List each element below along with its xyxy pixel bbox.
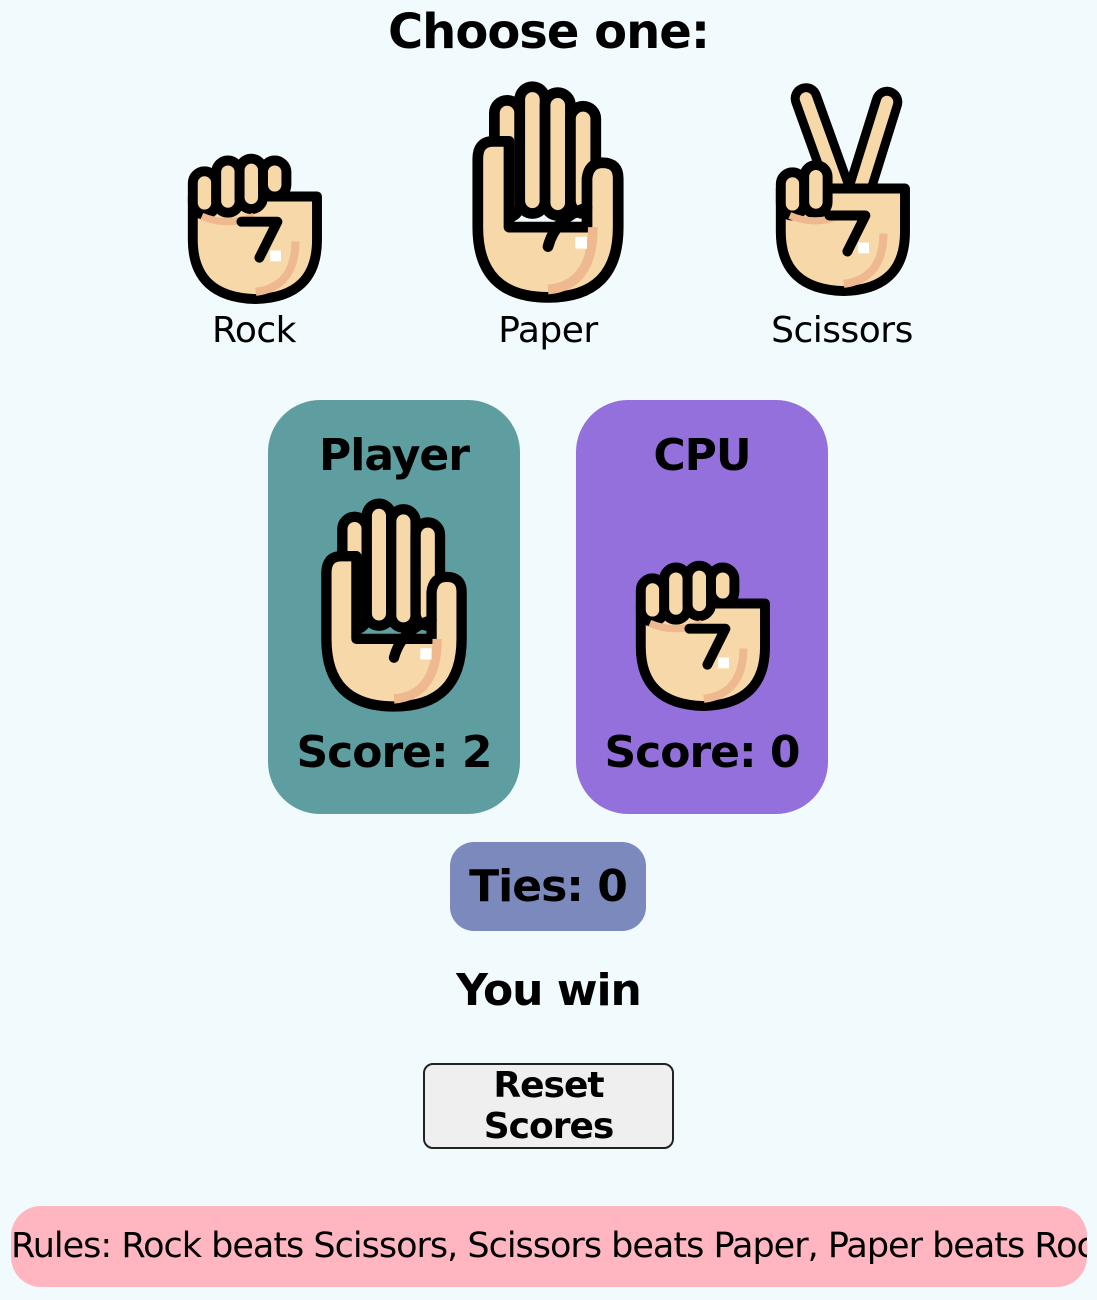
result-message: You win — [456, 965, 642, 1016]
choice-rock-button[interactable]: Rock — [154, 150, 354, 351]
choice-paper-button[interactable]: Paper — [448, 80, 648, 351]
ties-badge: Ties: 0 — [450, 842, 646, 931]
player-score: Score: 2 — [296, 727, 492, 778]
rules-banner: Rules: Rock beats Scissors, Scissors bea… — [11, 1206, 1087, 1287]
player-title: Player — [319, 430, 470, 481]
choice-rock-label: Rock — [211, 310, 297, 351]
scissors-hand-icon — [770, 80, 914, 306]
paper-hand-icon — [316, 498, 472, 714]
cpu-score: Score: 0 — [604, 727, 800, 778]
choice-scissors-button[interactable]: Scissors — [742, 80, 942, 351]
player-choice — [268, 498, 520, 714]
choice-paper-label: Paper — [498, 310, 598, 351]
rock-fist-icon — [630, 556, 774, 714]
cpu-title: CPU — [653, 430, 751, 481]
player-card: Player Score: 2 — [268, 400, 520, 814]
paper-hand-icon — [470, 80, 626, 306]
cpu-card: CPU Score: 0 — [576, 400, 828, 814]
cpu-choice — [576, 556, 828, 714]
rock-fist-icon — [182, 150, 326, 306]
page-title: Choose one: — [387, 4, 710, 60]
reset-scores-button[interactable]: Reset Scores — [423, 1063, 674, 1149]
choice-scissors-label: Scissors — [771, 310, 913, 351]
